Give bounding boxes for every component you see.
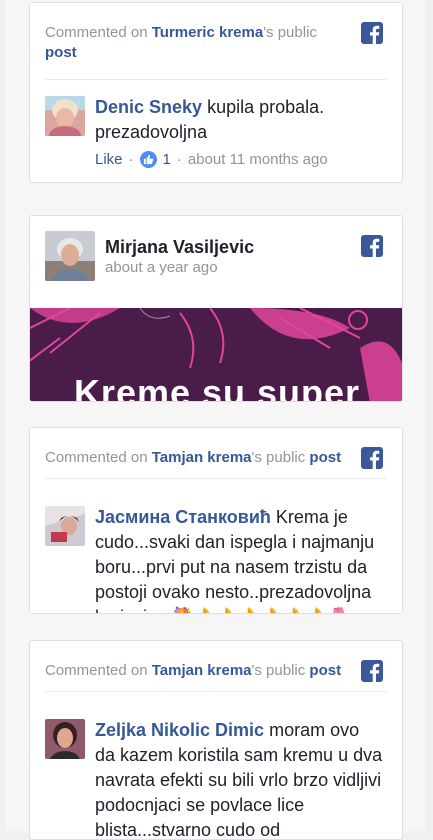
post-author[interactable]: Mirjana Vasiljevic: [105, 237, 254, 258]
page-link[interactable]: Turmeric krema: [152, 24, 263, 41]
post-image[interactable]: Kreme su super: [30, 308, 402, 402]
post-link[interactable]: post: [309, 662, 341, 679]
page-link[interactable]: Tamjan krema: [152, 662, 252, 679]
banner-text: Kreme su super: [73, 372, 361, 402]
comment-card: Commented on Turmeric krema's public pos…: [29, 2, 403, 183]
comment-author[interactable]: Zeljka Nikolic Dimic: [95, 720, 264, 740]
comment-text: Јасмина Станковић Krema je cudo...svaki …: [95, 505, 384, 613]
context-suffix: 's public: [263, 24, 317, 41]
context-prefix: Commented on: [45, 662, 152, 679]
post-time[interactable]: about a year ago: [105, 259, 218, 276]
comment-card: Commented on Tamjan krema's public post …: [29, 640, 403, 840]
comment-author[interactable]: Denic Sneky: [95, 97, 202, 117]
like-count: 1: [162, 151, 171, 168]
comment-card: Commented on Tamjan krema's public post …: [29, 427, 403, 614]
comment-time[interactable]: about 11 months ago: [188, 151, 328, 168]
comment-context: Commented on Tamjan krema's public post: [45, 448, 347, 468]
avatar[interactable]: [45, 96, 85, 136]
divider: [45, 79, 387, 80]
context-suffix: 's public: [251, 662, 310, 679]
divider: [45, 691, 387, 692]
post-link[interactable]: post: [45, 44, 77, 61]
facebook-icon[interactable]: [361, 22, 383, 44]
page-link[interactable]: Tamjan krema: [152, 449, 252, 466]
facebook-icon[interactable]: [361, 235, 383, 257]
like-thumb-icon: [139, 151, 157, 168]
comment-text: Zeljka Nikolic Dimic moram ovo da kazem …: [95, 718, 384, 839]
comment-context: Commented on Turmeric krema's public pos…: [45, 23, 342, 63]
facebook-icon[interactable]: [361, 447, 383, 469]
like-link[interactable]: Like: [95, 151, 123, 168]
feed: Commented on Turmeric krema's public pos…: [5, 0, 425, 840]
meta-dot: ·: [128, 151, 134, 168]
meta-dot: ·: [176, 151, 182, 168]
comment-text: Denic Sneky kupila probala. prezadovoljn…: [95, 95, 384, 145]
facebook-icon[interactable]: [361, 660, 383, 682]
context-prefix: Commented on: [45, 24, 152, 41]
avatar[interactable]: [45, 719, 85, 759]
comment-meta: Like · 1 · about 11 months ago: [95, 151, 328, 168]
avatar[interactable]: [45, 231, 95, 281]
divider: [45, 478, 387, 479]
comment-author[interactable]: Јасмина Станковић: [95, 507, 271, 527]
comment-context: Commented on Tamjan krema's public post: [45, 661, 347, 681]
avatar[interactable]: [45, 506, 85, 546]
context-prefix: Commented on: [45, 449, 152, 466]
context-suffix: 's public: [251, 449, 310, 466]
post-card: Mirjana Vasiljevic about a year ago Krem…: [29, 215, 403, 402]
post-link[interactable]: post: [309, 449, 341, 466]
